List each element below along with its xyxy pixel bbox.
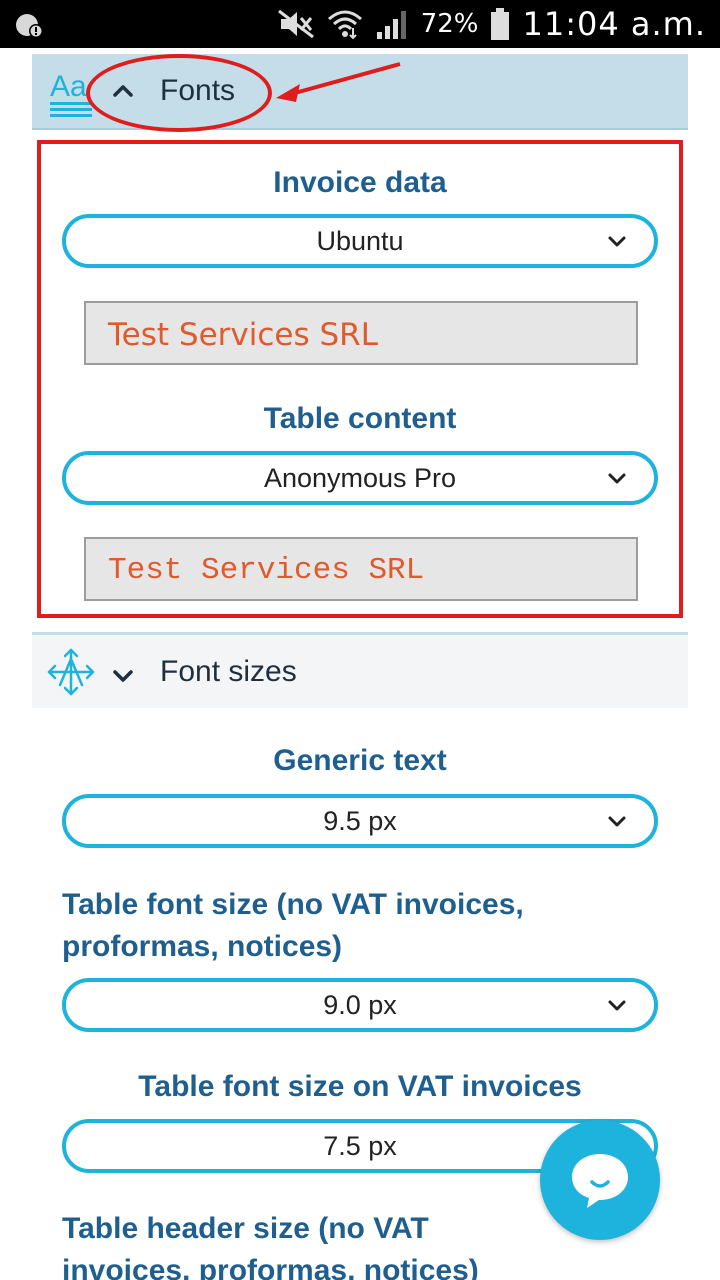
status-bar: 72% 11:04 a.m.	[0, 0, 720, 48]
chevron-down-icon	[608, 236, 626, 247]
table-font-size-no-vat-value: 9.0 px	[323, 990, 397, 1020]
chevron-down-icon[interactable]	[108, 661, 138, 691]
chevron-down-icon	[608, 473, 626, 484]
chevron-down-icon	[608, 1000, 626, 1011]
invoice-data-font-preview: Test Services SRL	[84, 301, 638, 365]
battery-percent: 72%	[420, 9, 479, 39]
mute-icon	[277, 9, 314, 39]
table-content-font-select[interactable]: Anonymous Pro	[62, 451, 658, 505]
wifi-icon	[327, 10, 362, 40]
generic-text-label: Generic text	[273, 744, 447, 777]
resize-arrows-icon	[47, 648, 95, 696]
annotation-ellipse	[86, 54, 272, 132]
table-content-preview-text: Test Services SRL	[108, 553, 425, 588]
font-sizes-section-header[interactable]: Font sizes	[32, 632, 688, 708]
svg-text:Aa: Aa	[50, 70, 87, 103]
table-content-font-value: Anonymous Pro	[263, 463, 457, 493]
font-sizes-section-title: Font sizes	[160, 655, 297, 688]
table-content-font-preview: Test Services SRL	[84, 537, 638, 601]
table-font-size-no-vat-select[interactable]: 9.0 px	[62, 978, 658, 1032]
table-font-size-vat-label: Table font size on VAT invoices	[138, 1070, 582, 1103]
notification-alert-icon	[16, 14, 43, 38]
signal-icon	[376, 11, 406, 39]
generic-text-size-value: 9.5 px	[323, 806, 397, 836]
chevron-down-icon	[608, 816, 626, 827]
table-content-label: Table content	[263, 402, 457, 435]
invoice-data-label: Invoice data	[273, 166, 447, 199]
annotation-arrow-icon	[276, 62, 401, 102]
clock: 11:04 a.m.	[522, 5, 706, 43]
table-header-size-no-vat-label: Table header size (no VAT invoices, prof…	[62, 1212, 479, 1280]
table-font-size-no-vat-label: Table font size (no VAT invoices, profor…	[62, 888, 524, 963]
chat-bubble-icon	[572, 1154, 628, 1208]
chat-button[interactable]	[540, 1120, 660, 1240]
generic-text-size-select[interactable]: 9.5 px	[62, 794, 658, 848]
invoice-data-font-value: Ubuntu	[316, 226, 404, 256]
invoice-data-font-select[interactable]: Ubuntu	[62, 214, 658, 268]
battery-icon	[491, 8, 510, 40]
invoice-data-preview-text: Test Services SRL	[108, 317, 378, 353]
